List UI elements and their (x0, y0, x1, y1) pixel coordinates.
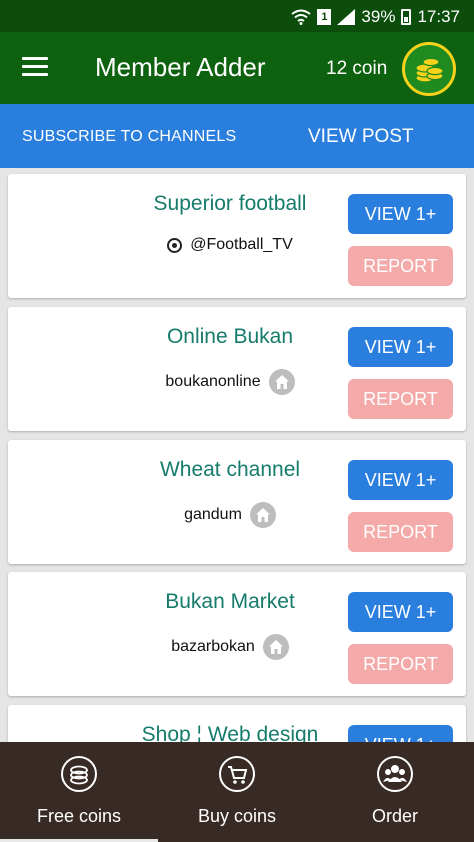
report-button[interactable]: REPORT (348, 246, 453, 286)
channel-card: Shop ¦ Web design VIEW 1+ (8, 705, 466, 742)
channel-card: Online Bukan boukanonline VIEW 1+ REPORT (8, 307, 466, 431)
tab-view-post[interactable]: VIEW POST (308, 126, 414, 148)
battery-icon (401, 9, 412, 25)
app-bar: Member Adder 12 coin (0, 32, 474, 104)
bottom-nav: Free coins Buy coins Order (0, 742, 474, 842)
home-icon (268, 369, 295, 395)
coin-stack-icon[interactable] (402, 42, 456, 96)
app-title: Member Adder (95, 52, 266, 82)
nav-label: Order (371, 806, 418, 826)
channel-list[interactable]: Superior football @Football_TV VIEW 1+ R… (0, 168, 474, 742)
view-button[interactable]: VIEW 1+ (348, 327, 453, 367)
users-icon (377, 756, 413, 792)
view-button[interactable]: VIEW 1+ (348, 194, 453, 234)
view-button[interactable]: VIEW 1+ (348, 460, 453, 500)
cart-icon (219, 756, 255, 792)
report-button[interactable]: REPORT (348, 379, 453, 419)
home-icon (249, 502, 276, 528)
view-button[interactable]: VIEW 1+ (348, 592, 453, 632)
channel-handle: @Football_TV (190, 236, 293, 253)
soccer-ball-icon (167, 237, 183, 253)
channel-handle: gandum (184, 506, 242, 523)
channel-card: Superior football @Football_TV VIEW 1+ R… (8, 174, 466, 298)
clock: 17:37 (417, 7, 460, 26)
nav-order[interactable]: Order (316, 742, 474, 842)
nav-buy-coins[interactable]: Buy coins (158, 742, 316, 842)
menu-icon[interactable] (22, 57, 48, 79)
tab-bar: SUBSCRIBE TO CHANNELS VIEW POST (0, 104, 474, 168)
report-button[interactable]: REPORT (348, 512, 453, 552)
channel-handle: bazarbokan (171, 638, 255, 655)
nav-free-coins[interactable]: Free coins (0, 742, 158, 842)
view-button[interactable]: VIEW 1+ (348, 725, 453, 742)
channel-card: Wheat channel gandum VIEW 1+ REPORT (8, 440, 466, 564)
nav-label: Free coins (36, 806, 122, 826)
status-icons: 1 39% 17:37 (291, 6, 460, 28)
home-icon (262, 634, 289, 660)
battery-percent: 39% (361, 7, 396, 26)
tab-subscribe-to-channels[interactable]: SUBSCRIBE TO CHANNELS (22, 128, 236, 146)
coins-icon (61, 756, 97, 792)
status-bar: 1 39% 17:37 (0, 0, 474, 32)
sim-card-icon: 1 (317, 9, 332, 25)
report-button[interactable]: REPORT (348, 644, 453, 684)
nav-label: Buy coins (197, 806, 277, 826)
channel-handle: boukanonline (165, 373, 261, 390)
coin-count: 12 coin (326, 58, 388, 79)
channel-card: Bukan Market bazarbokan VIEW 1+ REPORT (8, 572, 466, 696)
signal-icon (337, 9, 356, 25)
wifi-icon (291, 9, 312, 25)
